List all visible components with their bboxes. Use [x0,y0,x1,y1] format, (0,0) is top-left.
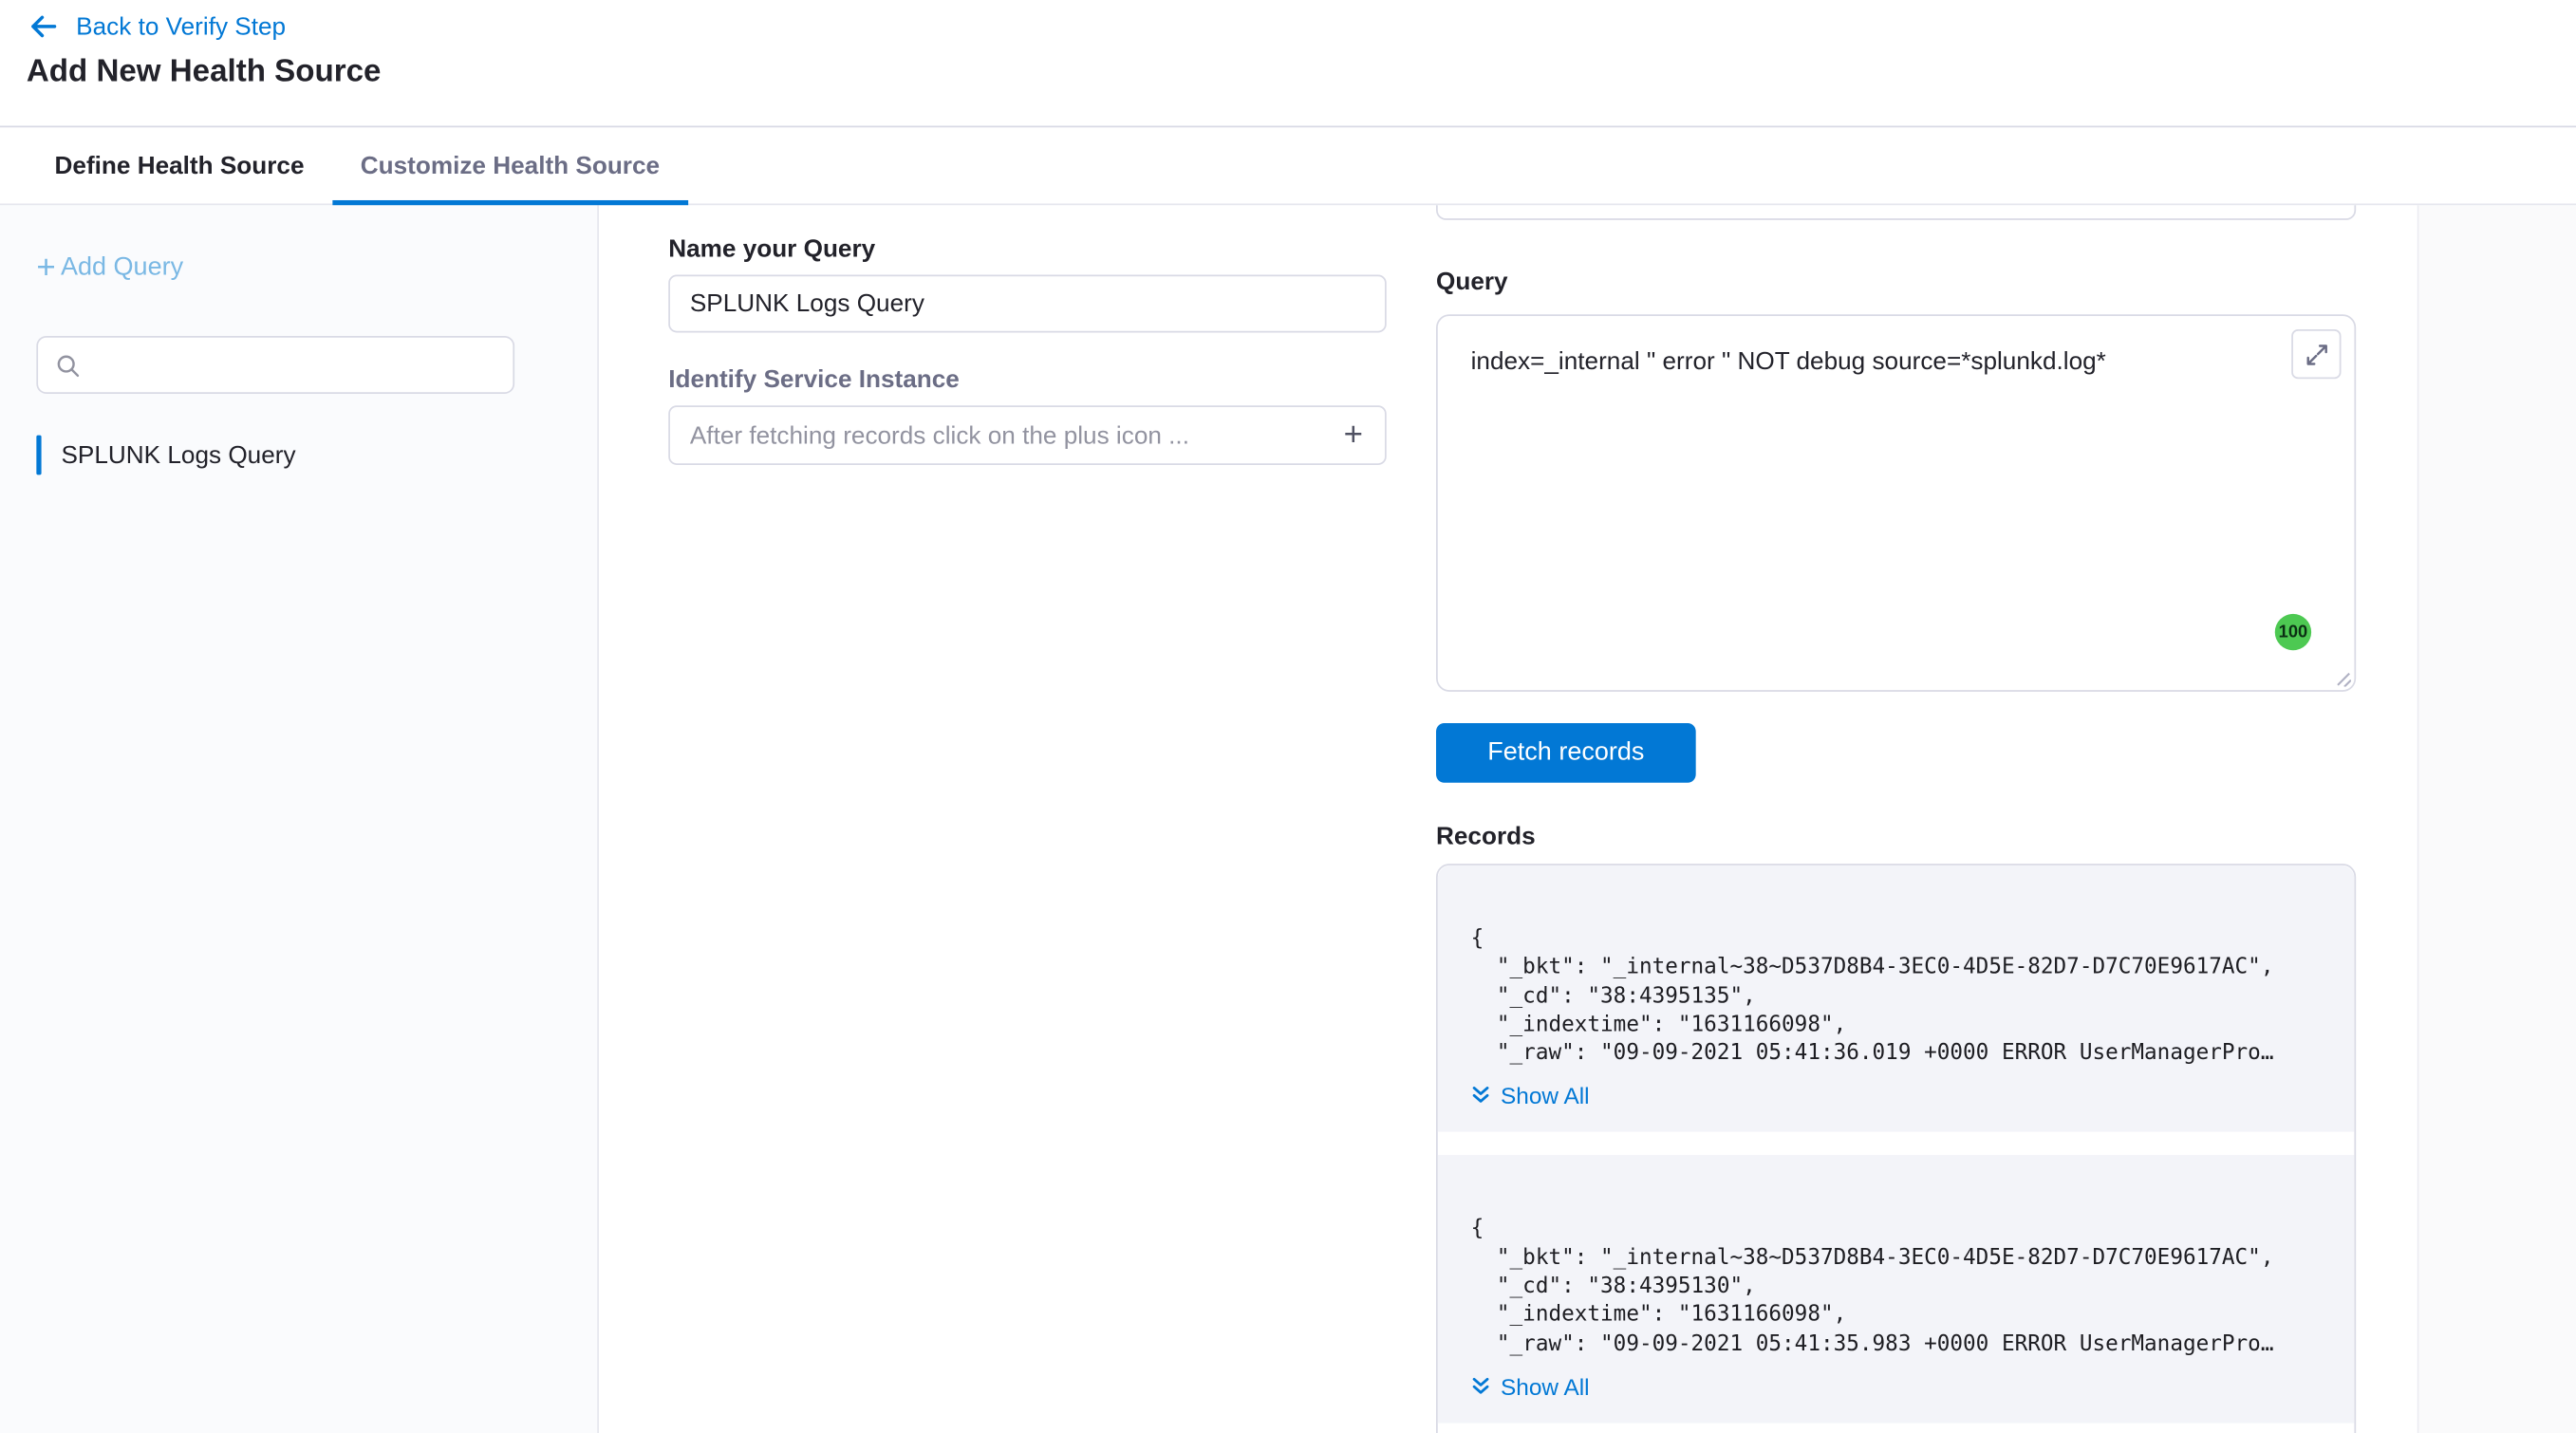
right-gutter [2417,205,2576,1433]
identify-service-instance-label: Identify Service Instance [668,365,960,394]
record-card: { "_bkt": "_internal~38~D537D8B4-3EC0-4D… [1438,865,2355,1133]
wizard-tabbar: Define Health Source Customize Health So… [0,129,2576,205]
main-panel: Name your Query Identify Service Instanc… [601,205,2417,1433]
query-item-label: SPLUNK Logs Query [61,441,295,470]
double-chevron-down-icon [1471,1377,1491,1397]
expand-icon [2304,342,2328,366]
resize-grip[interactable] [2335,670,2351,686]
json-line: { [1471,1216,2322,1244]
query-label: Query [1436,268,1508,296]
query-sidebar: + Add Query SPLUNK Logs Query [0,205,599,1433]
record-count-badge: 100 [2275,614,2311,650]
query-search-box[interactable] [36,336,514,394]
back-to-verify-link[interactable]: Back to Verify Step [27,7,286,47]
search-icon [55,352,82,379]
back-link-label: Back to Verify Step [76,12,286,41]
expand-query-button[interactable] [2291,329,2341,379]
page-title: Add New Health Source [27,55,382,91]
query-editor[interactable]: index=_internal " error " NOT debug sour… [1436,314,2356,692]
add-query-label: Add Query [61,253,183,283]
json-line: "_indextime": "1631166098", [1471,1011,2322,1039]
json-line: "_raw": "09-09-2021 05:41:35.983 +0000 E… [1471,1330,2322,1358]
json-line: "_indextime": "1631166098", [1471,1301,2322,1330]
back-arrow-icon [27,9,60,43]
double-chevron-down-icon [1471,1087,1491,1107]
page-header: Back to Verify Step Add New Health Sourc… [0,0,2576,127]
records-panel: { "_bkt": "_internal~38~D537D8B4-3EC0-4D… [1436,864,2356,1433]
service-instance-input[interactable] [670,421,1332,450]
show-all-label: Show All [1501,1373,1590,1400]
json-line: "_bkt": "_internal~38~D537D8B4-3EC0-4D5E… [1471,954,2322,982]
json-line: "_raw": "09-09-2021 05:41:36.019 +0000 E… [1471,1039,2322,1068]
json-line: { [1471,925,2322,954]
json-line: "_cd": "38:4395135", [1471,982,2322,1011]
show-all-link[interactable]: Show All [1471,1083,1590,1109]
sidebar-item-splunk-logs-query[interactable]: SPLUNK Logs Query [36,434,295,476]
query-name-input[interactable] [668,274,1387,332]
tab-define-health-source[interactable]: Define Health Source [27,129,332,203]
fetch-records-button[interactable]: Fetch records [1436,723,1696,783]
tab-customize-health-source[interactable]: Customize Health Source [332,129,688,203]
tab-label: Define Health Source [55,152,305,180]
search-input[interactable] [94,352,496,379]
service-instance-field: + [668,405,1387,465]
tab-label: Customize Health Source [361,152,660,180]
json-line: "_cd": "38:4395130", [1471,1273,2322,1301]
show-all-label: Show All [1501,1083,1590,1109]
add-query-button[interactable]: + Add Query [36,253,183,283]
plus-icon: + [36,253,55,283]
query-text[interactable]: index=_internal " error " NOT debug sour… [1471,347,2106,376]
selected-indicator [36,436,41,475]
show-all-link[interactable]: Show All [1471,1373,1590,1400]
app-canvas: Back to Verify Step Add New Health Sourc… [0,0,2576,1433]
json-line: "_bkt": "_internal~38~D537D8B4-3EC0-4D5E… [1471,1244,2322,1273]
add-service-instance-plus-button[interactable]: + [1332,414,1374,456]
records-label: Records [1436,823,1536,851]
record-card: { "_bkt": "_internal~38~D537D8B4-3EC0-4D… [1438,1156,2355,1424]
name-your-query-label: Name your Query [668,235,875,264]
